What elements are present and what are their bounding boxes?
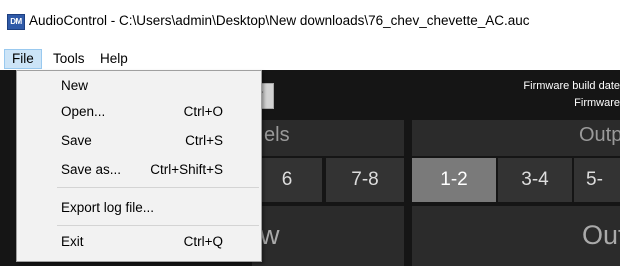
firmware-info: Firmware build date Firmware (523, 78, 620, 112)
output-channels-header: Outp (412, 120, 620, 156)
app-icon: DM (7, 14, 25, 30)
file-menu-dropdown: New Open... Ctrl+O Save Ctrl+S Save as..… (16, 70, 262, 262)
menu-item-shortcut: Ctrl+Shift+S (150, 162, 223, 177)
input-body-panel: w (252, 206, 404, 266)
output-tab-3-4[interactable]: 3-4 (498, 158, 572, 202)
menu-item-save-as[interactable]: Save as... Ctrl+Shift+S (17, 159, 261, 181)
menu-tools[interactable]: Tools (46, 50, 92, 68)
menu-item-shortcut: Ctrl+S (185, 133, 223, 148)
title-bar: DM AudioControl - C:\Users\admin\Desktop… (0, 0, 620, 49)
menu-item-new[interactable]: New (17, 75, 261, 97)
menu-file[interactable]: File (4, 49, 42, 69)
firmware-version-label: Firmware (574, 97, 620, 109)
menu-item-label: Open... (61, 104, 106, 119)
menu-item-open[interactable]: Open... Ctrl+O (17, 101, 261, 123)
menu-item-label: Exit (61, 234, 84, 249)
output-tab-1-2[interactable]: 1-2 (412, 158, 496, 202)
input-tab-6[interactable]: 6 (252, 158, 322, 202)
input-tab-7-8[interactable]: 7-8 (326, 158, 404, 202)
menu-item-shortcut: Ctrl+Q (183, 234, 223, 249)
menu-item-save[interactable]: Save Ctrl+S (17, 130, 261, 152)
input-body-label: w (260, 220, 280, 250)
menu-item-export-log[interactable]: Export log file... (17, 197, 261, 219)
menu-item-shortcut: Ctrl+O (183, 104, 223, 119)
menu-bar: File Tools Help (0, 48, 620, 70)
input-channels-title: els (264, 124, 290, 146)
firmware-build-date-label: Firmware build date (523, 80, 620, 92)
output-body-label: Out (582, 220, 620, 250)
menu-separator (57, 187, 259, 188)
menu-item-exit[interactable]: Exit Ctrl+Q (17, 231, 261, 253)
menu-item-label: New (61, 78, 89, 93)
window-title: AudioControl - C:\Users\admin\Desktop\Ne… (29, 13, 530, 28)
menu-item-label: Save (61, 133, 92, 148)
menu-item-label: Save as... (61, 162, 122, 177)
menu-item-label: Export log file... (61, 200, 155, 215)
menu-help[interactable]: Help (93, 50, 135, 68)
input-channels-header: els (252, 120, 404, 156)
output-body-panel: Out (412, 206, 620, 266)
menu-separator (57, 225, 259, 226)
output-channels-title: Outp (579, 124, 620, 146)
output-tab-5[interactable]: 5- (574, 158, 620, 202)
